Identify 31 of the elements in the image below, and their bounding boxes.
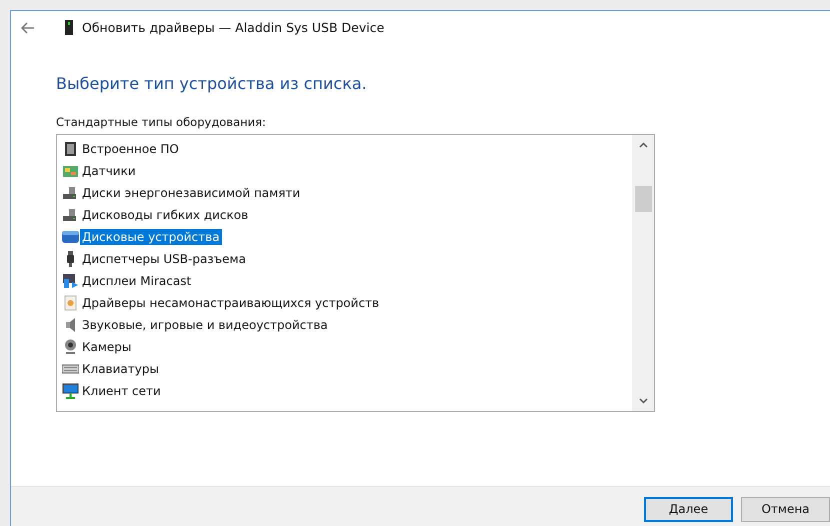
next-button[interactable]: Далее <box>644 496 733 522</box>
device-icon <box>65 20 73 35</box>
webcam-icon <box>62 339 79 355</box>
document-icon <box>62 295 79 311</box>
chip-icon <box>62 141 79 157</box>
scrollbar-thumb[interactable] <box>634 186 652 212</box>
window-title: Обновить драйверы — Aladdin Sys USB Device <box>82 20 384 35</box>
list-item[interactable]: Встроенное ПО <box>80 141 181 157</box>
display-icon <box>62 273 79 289</box>
list-label: Стандартные типы оборудования: <box>56 115 267 129</box>
scrollbar[interactable] <box>632 135 654 411</box>
scroll-down-icon[interactable] <box>638 398 648 404</box>
map-icon <box>62 163 79 179</box>
list-item[interactable]: Драйверы несамонастраивающихся устройств <box>80 295 382 311</box>
drive-icon <box>62 185 79 201</box>
list-item[interactable]: Камеры <box>80 339 134 355</box>
scroll-up-icon[interactable] <box>638 142 648 148</box>
heading: Выберите тип устройства из списка. <box>56 74 368 93</box>
list-item[interactable]: Дисководы гибких дисков <box>80 207 250 223</box>
list-item[interactable]: Дисплеи Miracast <box>80 273 194 289</box>
list-item[interactable]: Дисковые устройства <box>80 229 222 245</box>
list-item[interactable]: Диски энергонезависимой памяти <box>80 185 302 201</box>
list-item[interactable]: Датчики <box>80 163 138 179</box>
cancel-button[interactable]: Отмена <box>741 496 830 522</box>
list-item[interactable]: Клиент сети <box>80 383 163 399</box>
drive-icon <box>62 207 79 223</box>
network-icon <box>62 383 79 399</box>
list-item[interactable]: Звуковые, игровые и видеоустройства <box>80 317 330 333</box>
back-arrow-icon[interactable] <box>21 22 35 34</box>
list-item[interactable]: Клавиатуры <box>80 361 161 377</box>
list-item[interactable]: Диспетчеры USB-разъема <box>80 251 248 267</box>
